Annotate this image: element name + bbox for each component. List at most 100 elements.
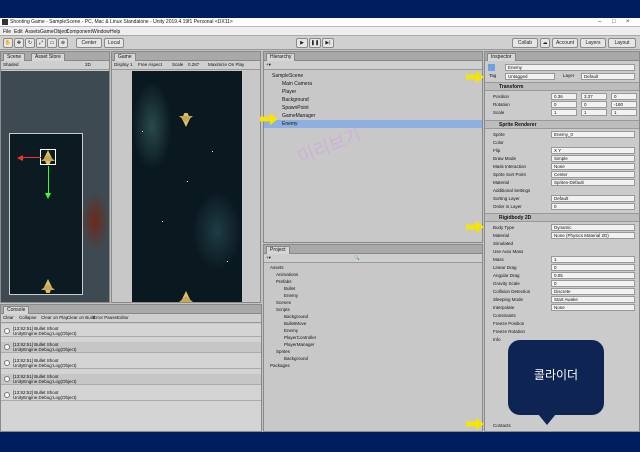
rb-value-field[interactable]: Dynamic: [551, 224, 635, 231]
hierarchy-item-enemy[interactable]: Enemy: [264, 120, 482, 128]
rb-value-field[interactable]: 1: [551, 256, 635, 263]
position-z-field[interactable]: 0: [611, 93, 637, 100]
project-folder-scripts[interactable]: Scripts: [276, 307, 290, 312]
menu-component[interactable]: Component: [66, 29, 92, 35]
project-script-enemy[interactable]: Enemy: [284, 328, 298, 333]
sprite-renderer-header[interactable]: Sprite Renderer: [485, 120, 639, 129]
console-row[interactable]: [13:52:51] Bullet Shoot UnityEngine.Debug…: [1, 326, 261, 337]
maximize-icon[interactable]: □: [612, 19, 616, 25]
console-row[interactable]: [13:52:52] Bullet Shoot UnityEngine.Debug…: [1, 390, 261, 401]
editor-dropdown[interactable]: Editor: [117, 315, 129, 320]
tab-asset-store[interactable]: Asset Store: [31, 53, 65, 61]
rb-value-field[interactable]: 0.05: [551, 272, 635, 279]
shading-mode-dropdown[interactable]: Shaded: [3, 62, 19, 67]
game-view[interactable]: [132, 71, 242, 302]
transform-tool-button[interactable]: ⊕: [58, 38, 68, 48]
tab-project[interactable]: Project: [266, 246, 290, 254]
project-folder-sprites[interactable]: Sprites: [276, 349, 290, 354]
tab-console[interactable]: Console: [3, 306, 30, 314]
rotation-z-field[interactable]: -180: [611, 101, 637, 108]
scale-z-field[interactable]: 1: [611, 109, 637, 116]
scale-y-field[interactable]: 1: [581, 109, 607, 116]
console-log-list[interactable]: [13:52:51] Bullet Shoot UnityEngine.Debug…: [1, 324, 261, 431]
project-folder-assets[interactable]: Assets: [270, 265, 284, 270]
move-tool-button[interactable]: ✥: [14, 38, 24, 48]
contacts-foldout[interactable]: Contacts: [493, 423, 511, 428]
project-sprite-background[interactable]: Background: [284, 356, 308, 361]
x-axis-gizmo[interactable]: [21, 157, 41, 158]
hierarchy-item-scene[interactable]: SampleScene: [264, 72, 482, 80]
rotation-y-field[interactable]: 0: [581, 101, 607, 108]
project-folder-prefabs[interactable]: Prefabs: [276, 279, 292, 284]
tab-inspector[interactable]: Inspector: [487, 53, 516, 61]
player-ship[interactable]: [41, 279, 55, 293]
rb-value-field[interactable]: None (Physics Material 2D): [551, 232, 635, 239]
rotate-tool-button[interactable]: ↻: [25, 38, 35, 48]
rb-value-field[interactable]: Discrete: [551, 288, 635, 295]
layers-dropdown[interactable]: Layers: [580, 38, 606, 48]
hand-tool-button[interactable]: ✋: [3, 38, 13, 48]
menu-assets[interactable]: Assets: [25, 29, 40, 35]
tab-game[interactable]: Game: [114, 53, 136, 61]
search-input[interactable]: 🔍: [354, 255, 360, 261]
error-pause-toggle[interactable]: Error Pause: [93, 315, 117, 320]
create-dropdown[interactable]: +▾: [266, 255, 271, 261]
sr-value-field[interactable]: Simple: [551, 155, 635, 162]
aspect-dropdown[interactable]: Free Aspect: [138, 62, 162, 67]
display-dropdown[interactable]: Display 1: [114, 62, 133, 67]
clear-button[interactable]: Clear: [3, 315, 14, 320]
console-row[interactable]: [13:52:51] Bullet Shoot UnityEngine.Debug…: [1, 342, 261, 353]
hierarchy-item-gamemanager[interactable]: GameManager: [264, 112, 482, 120]
close-icon[interactable]: ×: [626, 19, 630, 25]
layer-dropdown[interactable]: Default: [581, 73, 635, 80]
project-item-bullet[interactable]: Bullet: [284, 286, 295, 291]
rb-value-field[interactable]: None: [551, 304, 635, 311]
rb-value-field[interactable]: 0: [551, 264, 635, 271]
player-ship[interactable]: [179, 291, 193, 302]
sr-value-field[interactable]: Sprites-Default: [551, 179, 635, 186]
y-axis-gizmo[interactable]: [48, 166, 49, 196]
tab-hierarchy[interactable]: Hierarchy: [266, 53, 296, 61]
maximize-on-play-toggle[interactable]: Maximize On Play: [208, 62, 244, 67]
pivot-center-button[interactable]: Center: [76, 38, 102, 48]
menu-edit[interactable]: Edit: [14, 29, 23, 35]
account-dropdown[interactable]: Account: [552, 38, 578, 48]
cloud-icon[interactable]: ☁: [540, 38, 550, 48]
menu-help[interactable]: Help: [110, 29, 120, 35]
minimize-icon[interactable]: –: [598, 19, 601, 25]
hierarchy-item-background[interactable]: Background: [264, 96, 482, 104]
project-script-playercontroller[interactable]: PlayerController: [284, 335, 316, 340]
rotation-x-field[interactable]: 0: [551, 101, 577, 108]
tag-dropdown[interactable]: Untagged: [505, 73, 555, 80]
rigidbody2d-header[interactable]: Rigidbody 2D: [485, 213, 639, 222]
hierarchy-item-spawnpoint[interactable]: SpawnPoint: [264, 104, 482, 112]
pivot-local-button[interactable]: Local: [104, 38, 124, 48]
scale-x-field[interactable]: 1: [551, 109, 577, 116]
clear-on-build-toggle[interactable]: Clear on Build: [67, 315, 95, 320]
create-dropdown[interactable]: +▾: [266, 62, 271, 68]
play-button[interactable]: ▶: [296, 38, 308, 48]
menu-gameobject[interactable]: GameObject: [40, 29, 68, 35]
hierarchy-item-main-camera[interactable]: Main Camera: [264, 80, 482, 88]
scale-tool-button[interactable]: ⤢: [36, 38, 46, 48]
project-script-background[interactable]: Background: [284, 314, 308, 319]
sr-value-field[interactable]: X Y: [551, 147, 635, 154]
sr-value-field[interactable]: Enemy_0: [551, 131, 635, 138]
console-row[interactable]: [13:52:51] Bullet Shoot UnityEngine.Debug…: [1, 374, 261, 385]
object-name-field[interactable]: Enemy: [505, 64, 635, 71]
rb-value-field[interactable]: 0: [551, 280, 635, 287]
tab-scene[interactable]: Scene: [3, 53, 26, 61]
hierarchy-item-player[interactable]: Player: [264, 88, 482, 96]
pause-button[interactable]: ❚❚: [309, 38, 321, 48]
mode-2d-toggle[interactable]: 2D: [85, 62, 91, 67]
menu-window[interactable]: Window: [92, 29, 110, 35]
collab-dropdown[interactable]: Collab: [512, 38, 538, 48]
sr-value-field[interactable]: Center: [551, 171, 635, 178]
project-folder-animations[interactable]: Animations: [276, 272, 298, 277]
sr-value-field[interactable]: Default: [551, 195, 635, 202]
position-x-field[interactable]: 0.36: [551, 93, 577, 100]
project-script-playermanager[interactable]: PlayerManager: [284, 342, 315, 347]
menu-file[interactable]: File: [3, 29, 11, 35]
scale-value[interactable]: 0.287: [188, 62, 199, 67]
layout-dropdown[interactable]: Layout: [608, 38, 636, 48]
